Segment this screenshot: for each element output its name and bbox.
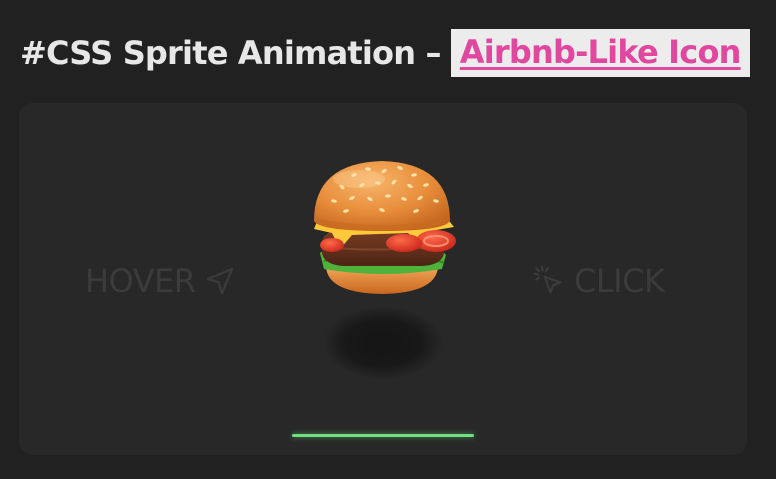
animation-progress-track <box>292 434 474 437</box>
sprite-demo-card[interactable]: HOVER CLICK <box>19 103 747 455</box>
burger-shadow <box>324 307 442 379</box>
airbnb-icon-link[interactable]: Airbnb-Like Icon <box>450 29 750 77</box>
send-arrow-icon <box>204 265 236 297</box>
click-hint: CLICK <box>532 261 665 301</box>
title-prefix: #CSS Sprite Animation – <box>20 34 442 72</box>
click-label: CLICK <box>574 262 665 300</box>
page-title: #CSS Sprite Animation – Airbnb-Like Icon <box>20 28 750 78</box>
pointer-click-icon <box>532 264 566 298</box>
hover-label: HOVER <box>85 262 196 300</box>
burger-sprite-icon[interactable] <box>304 155 459 300</box>
hover-hint: HOVER <box>85 261 236 301</box>
animation-progress-fill <box>292 434 474 437</box>
